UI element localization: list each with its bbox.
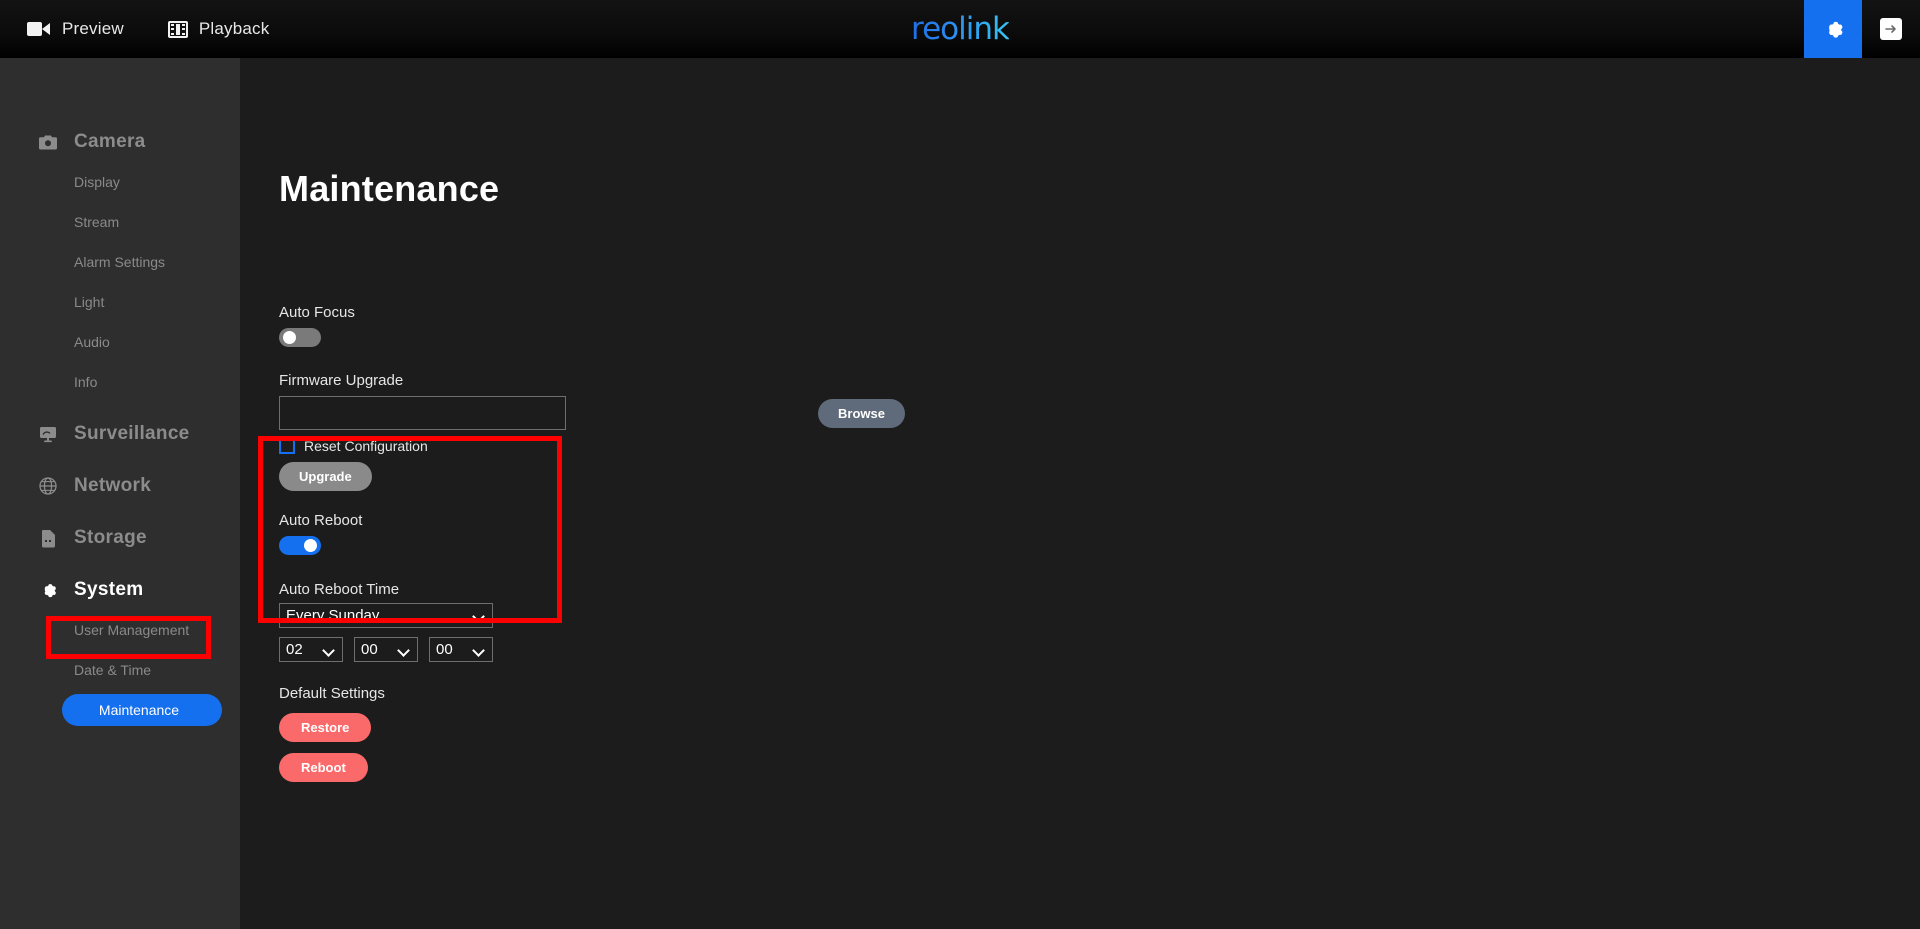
auto-reboot-second-select-wrap: 00 [429, 637, 493, 662]
sidebar-item-user-management[interactable]: User Management [0, 614, 240, 646]
auto-reboot-second-select[interactable]: 00 [429, 637, 493, 662]
sidebar-group-surveillance-label: Surveillance [74, 423, 190, 444]
reset-configuration-row[interactable]: Reset Configuration [279, 438, 428, 454]
auto-reboot-time-label: Auto Reboot Time [279, 581, 400, 598]
film-strip-icon [167, 20, 188, 38]
tab-preview-label: Preview [62, 19, 124, 38]
sdcard-icon [38, 528, 58, 548]
main-content: Maintenance Auto Focus Firmware Upgrade … [240, 58, 1920, 929]
page-title: Maintenance [279, 168, 500, 209]
tab-playback-label: Playback [198, 19, 270, 38]
sidebar-item-light[interactable]: Light [0, 286, 240, 318]
sidebar-group-network-label: Network [74, 475, 152, 496]
sidebar-item-audio[interactable]: Audio [0, 326, 240, 358]
video-camera-icon [27, 21, 51, 37]
auto-reboot-toggle[interactable] [279, 536, 321, 555]
sidebar-group-camera[interactable]: Camera [0, 126, 240, 158]
auto-reboot-day-select[interactable]: Every Sunday [279, 603, 493, 628]
sidebar-group-storage[interactable]: Storage [0, 522, 240, 554]
auto-reboot-day-select-wrap: Every Sunday [279, 603, 493, 628]
tab-playback[interactable]: Playback [146, 0, 292, 58]
upgrade-button[interactable]: Upgrade [279, 462, 372, 491]
auto-reboot-hour-select[interactable]: 02 [279, 637, 343, 662]
default-settings-label: Default Settings [279, 685, 385, 702]
sidebar-item-stream[interactable]: Stream [0, 206, 240, 238]
sidebar-group-camera-label: Camera [74, 131, 146, 152]
tab-preview[interactable]: Preview [0, 0, 146, 58]
gear-icon [38, 580, 58, 600]
gear-icon [1829, 21, 1843, 38]
top-nav: Preview Playback [0, 0, 291, 58]
reboot-button[interactable]: Reboot [279, 753, 368, 782]
auto-focus-label: Auto Focus [279, 304, 355, 321]
sidebar-group-network[interactable]: Network [0, 470, 240, 502]
auto-reboot-hour-select-wrap: 02 [279, 637, 343, 662]
sidebar-item-display[interactable]: Display [0, 166, 240, 198]
auto-reboot-minute-select[interactable]: 00 [354, 637, 418, 662]
auto-focus-toggle[interactable] [279, 328, 321, 347]
sidebar: Camera Display Stream Alarm Settings Lig… [0, 58, 240, 929]
logout-arrow-icon [1880, 18, 1902, 40]
firmware-file-input[interactable] [279, 396, 566, 430]
sidebar-group-surveillance[interactable]: Surveillance [0, 418, 240, 450]
reset-configuration-label: Reset Configuration [304, 438, 428, 454]
restore-button[interactable]: Restore [279, 713, 372, 742]
globe-icon [38, 476, 58, 496]
sidebar-item-date-time[interactable]: Date & Time [0, 654, 240, 686]
camera-icon [38, 132, 58, 152]
sidebar-item-alarm-settings[interactable]: Alarm Settings [0, 246, 240, 278]
sidebar-item-maintenance[interactable]: Maintenance [62, 694, 222, 726]
logout-button[interactable] [1862, 0, 1920, 58]
auto-reboot-toggle-knob [304, 539, 317, 552]
sidebar-group-system[interactable]: System [0, 574, 240, 606]
reset-configuration-checkbox[interactable] [279, 438, 295, 454]
browse-button[interactable]: Browse [818, 399, 905, 428]
auto-reboot-minute-select-wrap: 00 [354, 637, 418, 662]
monitor-icon [38, 424, 58, 444]
top-right-actions [1804, 0, 1920, 58]
auto-reboot-label: Auto Reboot [279, 512, 363, 529]
auto-focus-toggle-knob [283, 331, 296, 344]
settings-button[interactable] [1804, 0, 1862, 58]
brand-logo-text: reolink [911, 11, 1010, 47]
sidebar-item-info[interactable]: Info [0, 366, 240, 398]
top-bar: Preview Playback reolink [0, 0, 1920, 58]
sidebar-group-system-label: System [74, 579, 144, 600]
firmware-upgrade-label: Firmware Upgrade [279, 372, 404, 389]
sidebar-group-storage-label: Storage [74, 527, 147, 548]
